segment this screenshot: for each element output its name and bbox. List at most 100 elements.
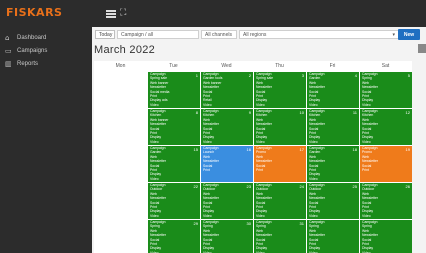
calendar-day[interactable]: 2 Campaign Garden tools Web banner Newslette… [200, 72, 253, 108]
campaign-filter-value: Campaign / all [121, 31, 153, 38]
calendar-event[interactable]: Print [201, 168, 253, 172]
calendar-week: 15 Campaign Garden Web Newsletter Social Print… [94, 145, 412, 182]
calendar-day[interactable] [94, 183, 147, 219]
day-number: 29 [193, 221, 198, 226]
day-number: 15 [193, 147, 198, 152]
calendar-day[interactable]: 1 Campaign Spring sale Web banner Newsletter… [147, 72, 200, 108]
day-number: 23 [246, 184, 251, 189]
weekday-header: Mon Tue Wed Thu Fri Sat [94, 61, 412, 71]
calendar-grid: Mon Tue Wed Thu Fri Sat 1 Campaign Spring sale W… [94, 61, 412, 253]
calendar-event[interactable]: Video [201, 103, 253, 107]
calendar-day[interactable]: 9 Campaign Kitchen Web Newsletter Social Print… [200, 109, 253, 145]
toolbar: Today Campaign / all All channels All re… [92, 27, 426, 41]
calendar-week: 22 Campaign Outdoor Web Newsletter Social Prin… [94, 182, 412, 219]
calendar-day[interactable] [94, 220, 147, 253]
calendar-day[interactable]: 12 Campaign Kitchen Web Newsletter Social Prin… [359, 109, 412, 145]
calendar-event[interactable]: Video [307, 177, 359, 181]
calendar-day[interactable]: 24 Campaign Outdoor Web Newsletter Social Prin… [253, 183, 306, 219]
calendar-event[interactable]: Video [360, 103, 412, 107]
calendar-event[interactable]: Print [254, 168, 306, 172]
day-number: 5 [407, 73, 410, 78]
day-number: 18 [352, 147, 357, 152]
calendar-day[interactable]: 26 Campaign Outdoor Web Newsletter Social Prin… [359, 183, 412, 219]
calendar-title: March 2022 [94, 44, 156, 56]
top-bar: FISKARS ⛶ [0, 0, 426, 27]
calendar-day[interactable] [94, 72, 147, 108]
calendar-day[interactable]: 5 Campaign Spring Web Newsletter Social Print D… [359, 72, 412, 108]
calendar-day[interactable]: 4 Campaign Garden Web Newsletter Social Print D… [306, 72, 359, 108]
sidebar-item-label: Dashboard [17, 35, 47, 41]
main-content: Today Campaign / all All channels All re… [92, 27, 426, 253]
calendar-day[interactable]: 18 Campaign Garden Web Newsletter Social Print… [306, 146, 359, 182]
calendar-day[interactable]: 8 Campaign Kitchen Web banner Newsletter Soci… [147, 109, 200, 145]
calendar-event[interactable]: Video [254, 214, 306, 218]
calendar-day[interactable]: 3 Campaign Spring sale Web Newsletter Social P… [253, 72, 306, 108]
calendar-event[interactable]: Video [360, 214, 412, 218]
today-button[interactable]: Today [95, 30, 115, 39]
calendar-event[interactable]: Video [307, 103, 359, 107]
hamburger-menu-icon[interactable] [106, 10, 116, 18]
fullscreen-icon[interactable]: ⛶ [120, 8, 126, 18]
settings-tab[interactable] [418, 44, 426, 53]
day-number: 24 [299, 184, 304, 189]
calendar-day[interactable]: Campaign Spring Web Newsletter Social Print Di… [306, 220, 359, 253]
new-button[interactable]: New [398, 29, 420, 40]
weekday-label: Tue [147, 61, 200, 71]
weekday-label: Mon [94, 61, 147, 71]
calendar-day[interactable]: 10 Campaign Kitchen Web Newsletter Social Prin… [253, 109, 306, 145]
calendar-event[interactable]: Video [254, 140, 306, 144]
calendar-day[interactable] [94, 109, 147, 145]
calendar-event[interactable]: Print [360, 168, 412, 172]
day-number: 9 [248, 110, 251, 115]
calendar-event[interactable]: Video [148, 140, 200, 144]
calendar-day[interactable]: 11 Campaign Kitchen Web Newsletter Social Prin… [306, 109, 359, 145]
sidebar-item-dashboard[interactable]: ⌂ Dashboard [5, 32, 46, 44]
calendar-day[interactable]: Campaign Spring Web Newsletter Social Print Di… [359, 220, 412, 253]
sidebar-item-reports[interactable]: ▥ Reports [5, 58, 38, 70]
region-filter[interactable]: All regions ▾ [239, 30, 399, 39]
calendar-week: 8 Campaign Kitchen Web banner Newsletter Soci… [94, 108, 412, 145]
calendar-day[interactable]: 15 Campaign Garden Web Newsletter Social Print… [147, 146, 200, 182]
calendar-event[interactable]: Video [360, 140, 412, 144]
brand-logo[interactable]: FISKARS [6, 6, 62, 19]
calendar-event[interactable]: Video [148, 214, 200, 218]
day-number: 26 [405, 184, 410, 189]
weekday-label: Thu [253, 61, 306, 71]
home-icon: ⌂ [5, 33, 10, 42]
channel-filter-value: All channels [205, 31, 232, 38]
calendar-week: 1 Campaign Spring sale Web banner Newsletter… [94, 71, 412, 108]
day-number: 25 [352, 184, 357, 189]
calendar-day[interactable]: 19 Campaign Promo Web Newsletter Social Print [359, 146, 412, 182]
sidebar-item-label: Reports [17, 61, 39, 67]
day-number: 3 [301, 73, 304, 78]
calendar-week: 29 Campaign Spring Web Newsletter Social Print… [94, 219, 412, 253]
campaign-filter[interactable]: Campaign / all [117, 30, 199, 39]
calendar-event[interactable]: Video [307, 214, 359, 218]
calendar-day[interactable]: 30 Campaign Spring Web Newsletter Social Print… [200, 220, 253, 253]
calendar-event[interactable]: Video [307, 140, 359, 144]
calendar-event[interactable]: Video [201, 214, 253, 218]
calendar-day[interactable]: 23 Campaign Outdoor Web Newsletter Social Prin… [200, 183, 253, 219]
calendar-day[interactable]: 17 Campaign Promo Web Newsletter Social Print [253, 146, 306, 182]
calendar-event[interactable]: Video [201, 140, 253, 144]
weekday-label: Fri [306, 61, 359, 71]
calendar-day[interactable]: 29 Campaign Spring Web Newsletter Social Print… [147, 220, 200, 253]
calendar-day[interactable]: 31 Campaign Spring Web Newsletter Social Print… [253, 220, 306, 253]
chart-icon: ▥ [5, 59, 12, 68]
day-number: 22 [193, 184, 198, 189]
calendar-event[interactable]: Video [148, 103, 200, 107]
calendar-day[interactable]: 16 Campaign Launch Web Newsletter Social Print [200, 146, 253, 182]
calendar-day[interactable]: 25 Campaign Outdoor Web Newsletter Social Prin… [306, 183, 359, 219]
calendar-day[interactable]: 22 Campaign Outdoor Web Newsletter Social Prin… [147, 183, 200, 219]
calendar-event[interactable]: Video [148, 177, 200, 181]
calendar-day[interactable] [94, 146, 147, 182]
day-number: 17 [299, 147, 304, 152]
channel-filter[interactable]: All channels [201, 30, 237, 39]
calendar-event[interactable]: Video [254, 103, 306, 107]
day-number: 2 [248, 73, 251, 78]
folder-icon: ▭ [5, 46, 12, 55]
chevron-down-icon: ▾ [392, 32, 395, 38]
day-number: 30 [246, 221, 251, 226]
day-number: 11 [352, 110, 357, 115]
sidebar-item-campaigns[interactable]: ▭ Campaigns [5, 45, 47, 57]
